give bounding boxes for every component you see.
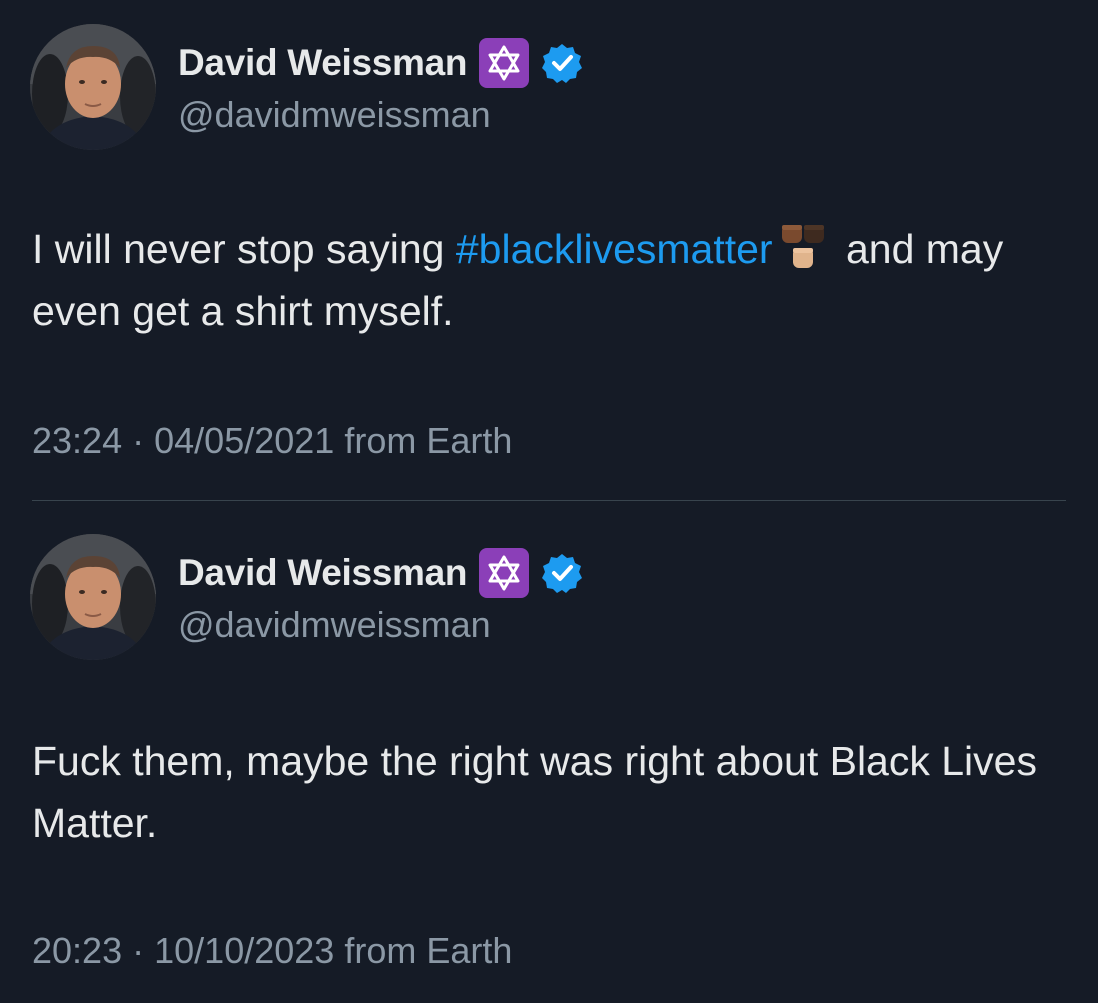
tweet-meta: 23:24 · 04/05/2021 from Earth	[32, 420, 512, 462]
verified-badge-icon[interactable]	[541, 552, 583, 594]
tweet-date[interactable]: 10/10/2023	[154, 930, 334, 971]
tweet-text-part: I will never stop saying	[32, 226, 456, 272]
handle[interactable]: @davidmweissman	[178, 94, 491, 136]
tweet-time[interactable]: 20:23	[32, 930, 122, 971]
avatar-photo	[30, 24, 156, 150]
verified-badge-icon[interactable]	[541, 42, 583, 84]
star-of-david-icon	[479, 38, 530, 88]
tweet-meta: 20:23 · 10/10/2023 from Earth	[32, 930, 512, 972]
raised-fists-icon	[777, 221, 829, 273]
tweet-text: Fuck them, maybe the right was right abo…	[32, 738, 1037, 846]
display-name[interactable]: David Weissman	[178, 42, 467, 84]
avatar[interactable]	[30, 24, 156, 150]
hashtag-link[interactable]: #blacklivesmatter	[456, 226, 773, 272]
tweet-source: from Earth	[344, 420, 513, 461]
name-row: David Weissman	[178, 38, 583, 88]
meta-separator: ·	[132, 420, 145, 461]
tweet-time[interactable]: 23:24	[32, 420, 122, 461]
display-name[interactable]: David Weissman	[178, 552, 467, 594]
divider	[32, 500, 1066, 501]
tweet-source: from Earth	[344, 930, 513, 971]
handle[interactable]: @davidmweissman	[178, 604, 491, 646]
meta-separator: ·	[132, 930, 145, 971]
avatar-photo	[30, 534, 156, 660]
avatar[interactable]	[30, 534, 156, 660]
name-row: David Weissman	[178, 548, 583, 598]
star-of-david-icon	[479, 548, 530, 598]
tweet-text: I will never stop saying #blacklivesmatt…	[32, 218, 1072, 342]
tweet-date[interactable]: 04/05/2021	[154, 420, 334, 461]
